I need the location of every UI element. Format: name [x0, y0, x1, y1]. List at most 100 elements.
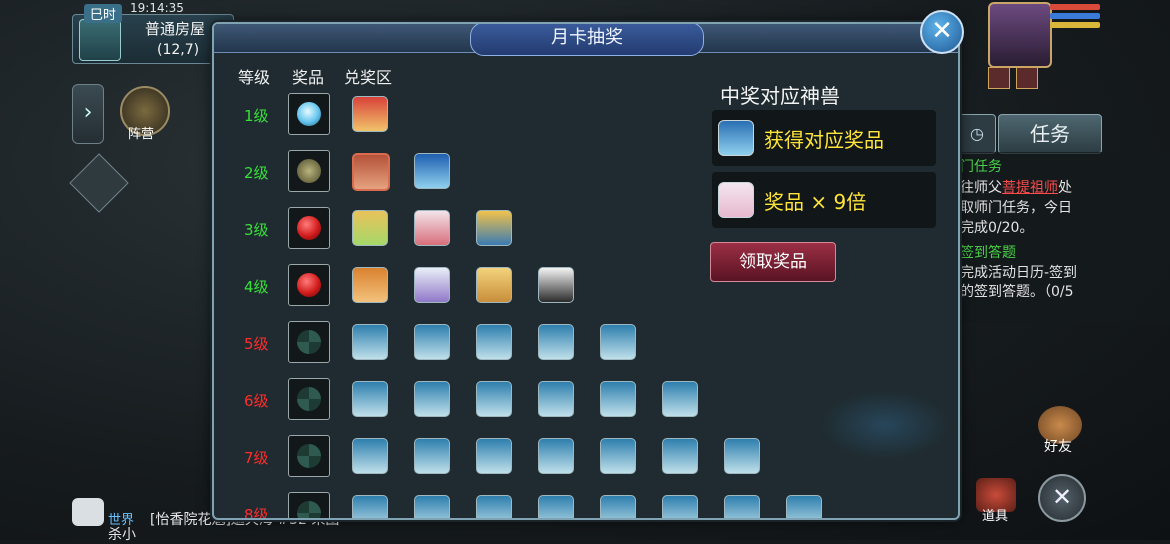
hp-bar	[1050, 4, 1100, 10]
locked-gem-icon	[297, 330, 321, 354]
reward-info-text: 获得对应奖品	[764, 128, 884, 152]
empty-beast-slot[interactable]	[786, 495, 822, 518]
orange-deer-beast-icon[interactable]	[352, 267, 388, 303]
empty-beast-slot[interactable]	[352, 438, 388, 474]
empty-beast-slot[interactable]	[352, 324, 388, 360]
expand-arrow-button[interactable]: ›	[72, 84, 104, 144]
empty-beast-slot[interactable]	[724, 495, 760, 518]
location-name: 普通房屋	[145, 20, 206, 38]
blue-seal-beast-icon[interactable]	[414, 153, 450, 189]
prize-slot[interactable]	[288, 150, 330, 192]
quest-title: 签到答题	[960, 245, 1016, 261]
empty-beast-slot[interactable]	[414, 324, 450, 360]
friend-label: 好友	[1044, 439, 1072, 455]
empty-beast-slot[interactable]	[600, 324, 636, 360]
npc-link[interactable]: 菩提祖师	[1002, 180, 1058, 196]
level-label: 3级	[244, 221, 269, 239]
pink-rabbit-beast-icon[interactable]	[414, 210, 450, 246]
quest-line: 完成0/20。	[960, 220, 1034, 236]
reward-row: 7级	[214, 432, 760, 488]
white-pegasus-beast-icon[interactable]	[414, 267, 450, 303]
ice-gem-icon	[297, 102, 321, 126]
empty-beast-slot[interactable]	[538, 381, 574, 417]
camp-label: 阵营	[128, 127, 155, 142]
chat-message: 杀小	[108, 527, 136, 543]
house-icon	[79, 19, 121, 61]
level-label: 5级	[244, 335, 269, 353]
claim-reward-button[interactable]: 领取奖品	[710, 242, 836, 282]
brown-cat-beast-icon[interactable]	[352, 153, 390, 191]
golden-lion-beast-icon[interactable]	[476, 267, 512, 303]
player-avatar[interactable]	[988, 2, 1052, 68]
buff-icon[interactable]	[988, 67, 1010, 89]
reward-row: 8级	[214, 489, 822, 520]
column-header-level: 等级	[238, 68, 271, 87]
panda-beast-icon[interactable]	[538, 267, 574, 303]
empty-beast-slot[interactable]	[414, 495, 450, 518]
level-label: 8级	[244, 506, 269, 520]
buff-icon[interactable]	[1016, 67, 1038, 89]
level-label: 2级	[244, 164, 269, 182]
quest-line: 完成活动日历-签到	[960, 265, 1078, 281]
empty-beast-slot[interactable]	[352, 495, 388, 518]
empty-beast-slot[interactable]	[538, 495, 574, 518]
column-header-prize: 奖品	[292, 68, 325, 87]
clock-time: 19:14:35	[130, 1, 184, 15]
red-gem-icon	[297, 216, 321, 240]
reward-row: 2级	[214, 147, 684, 203]
empty-beast-slot[interactable]	[476, 438, 512, 474]
multiplier-info-text: 奖品 × 9倍	[764, 190, 867, 214]
empty-beast-slot[interactable]	[476, 495, 512, 518]
yellow-fox-beast-icon[interactable]	[476, 210, 512, 246]
empty-beast-slot[interactable]	[352, 381, 388, 417]
locked-gem-icon	[297, 444, 321, 468]
empty-beast-slot[interactable]	[600, 438, 636, 474]
level-label: 4级	[244, 278, 269, 296]
reward-row: 4级	[214, 261, 684, 317]
monthly-card-lottery-dialog: 月卡抽奖 等级 奖品 兑奖区 1级 2级 3级 4级 5级 6级 7级 8级 中奖对应神兽 获…	[212, 22, 960, 520]
quest-tracker[interactable]: 门任务 往师父菩提祖师处 取师门任务，今日 完成0/20。 签到答题 完成活动日…	[956, 152, 1170, 322]
chat-bubble-icon[interactable]	[72, 498, 104, 526]
clock-icon[interactable]: ◷	[958, 114, 996, 154]
cloud-decoration	[820, 390, 950, 460]
empty-beast-slot[interactable]	[414, 381, 450, 417]
empty-beast-slot[interactable]	[724, 438, 760, 474]
prize-slot[interactable]	[288, 378, 330, 420]
empty-beast-slot[interactable]	[600, 381, 636, 417]
level-label: 1级	[244, 107, 269, 125]
item-label: 道具	[982, 509, 1009, 524]
reward-row: 6级	[214, 375, 698, 431]
level-label: 6级	[244, 392, 269, 410]
winning-beast-title: 中奖对应神兽	[720, 84, 840, 108]
tab-task[interactable]: 任务	[998, 114, 1102, 154]
pink-bunny-beast-icon	[718, 182, 754, 218]
empty-beast-slot[interactable]	[476, 381, 512, 417]
prize-slot[interactable]	[288, 435, 330, 477]
empty-beast-slot[interactable]	[538, 324, 574, 360]
prize-slot[interactable]	[288, 492, 330, 518]
empty-beast-slot[interactable]	[662, 438, 698, 474]
empty-beast-slot[interactable]	[538, 438, 574, 474]
rainbow-chick-beast-icon[interactable]	[352, 210, 388, 246]
time-period-badge: 巳时	[84, 4, 123, 23]
empty-beast-slot[interactable]	[662, 495, 698, 518]
quest-line: 往师父菩提祖师处	[960, 180, 1072, 196]
multiplier-info-card: 奖品 × 9倍	[712, 172, 936, 228]
empty-beast-slot[interactable]	[600, 495, 636, 518]
level-label: 7级	[244, 449, 269, 467]
prize-slot[interactable]	[288, 264, 330, 306]
quest-line: 的签到答题。（0/5	[960, 284, 1074, 300]
hud-close-button[interactable]: ✕	[1038, 474, 1086, 522]
empty-beast-slot[interactable]	[476, 324, 512, 360]
red-dragon-beast-icon[interactable]	[352, 96, 388, 132]
empty-beast-slot[interactable]	[414, 438, 450, 474]
prize-slot[interactable]	[288, 207, 330, 249]
empty-beast-slot[interactable]	[662, 381, 698, 417]
prize-slot[interactable]	[288, 321, 330, 363]
quest-title: 门任务	[960, 159, 1002, 175]
quest-line: 取师门任务，今日	[960, 200, 1072, 216]
reward-info-card: 获得对应奖品	[712, 110, 936, 166]
close-icon[interactable]: ✕	[920, 10, 964, 54]
reward-row: 3级	[214, 204, 684, 260]
prize-slot[interactable]	[288, 93, 330, 135]
